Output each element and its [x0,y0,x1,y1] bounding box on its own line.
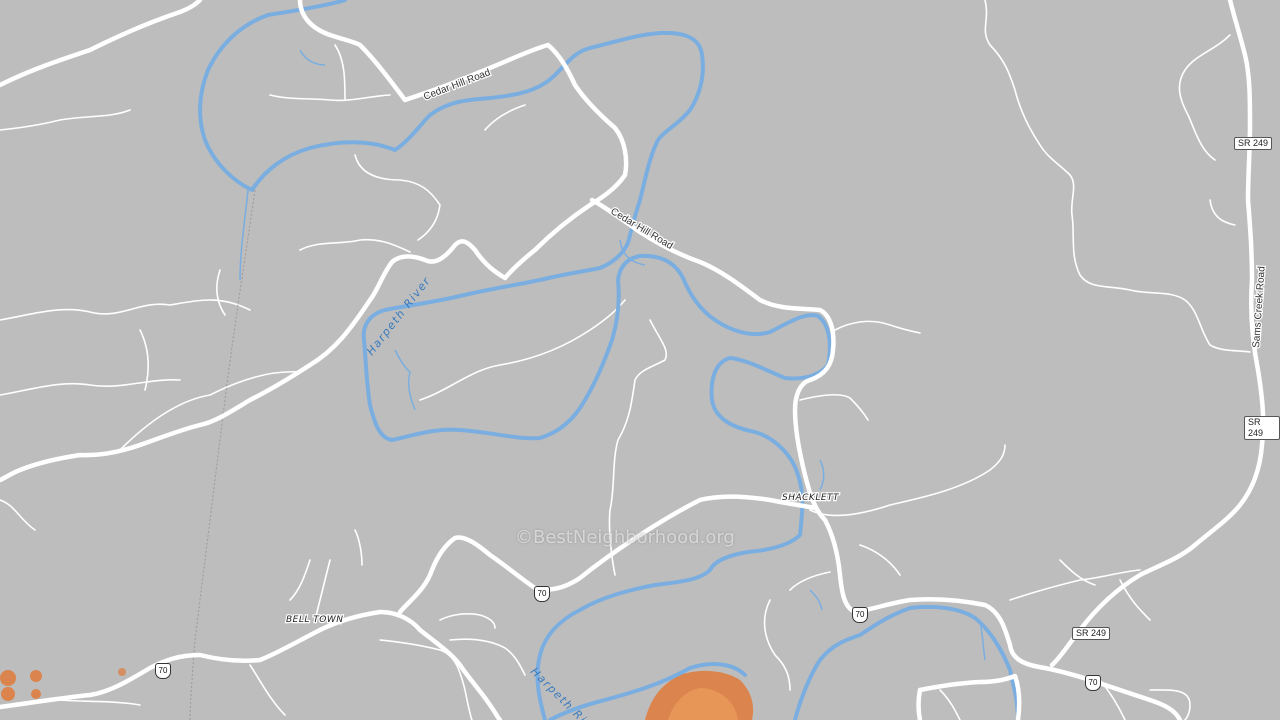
boundary-line [189,189,256,720]
us70-shield-center: 70 [534,586,550,602]
map-layer: Cedar Hill Road Cedar Hill Road Sams Cre… [0,0,1269,720]
sr249-shield-mid: SR 249 [1244,416,1280,440]
road-label-cedar-hill-south: Cedar Hill Road [608,206,674,252]
minor-roads [0,0,1251,720]
heat-overlay [0,668,754,720]
us70-shield-east: 70 [1085,675,1101,691]
sr249-shield-top: SR 249 [1234,137,1273,150]
water-features [198,0,1020,720]
watermark: ©BestNeighborhood.org [515,527,735,548]
sr249-shield-bottom: SR 249 [1072,627,1111,640]
place-label-shacklett: SHACKLETT [782,493,840,503]
place-label-bell-town: BELL TOWN [286,615,343,625]
major-roads [0,0,1266,720]
us70-shield-west: 70 [155,663,171,679]
map-canvas[interactable]: Cedar Hill Road Cedar Hill Road Sams Cre… [0,0,1280,720]
us70-shield-shacklett: 70 [852,607,868,623]
